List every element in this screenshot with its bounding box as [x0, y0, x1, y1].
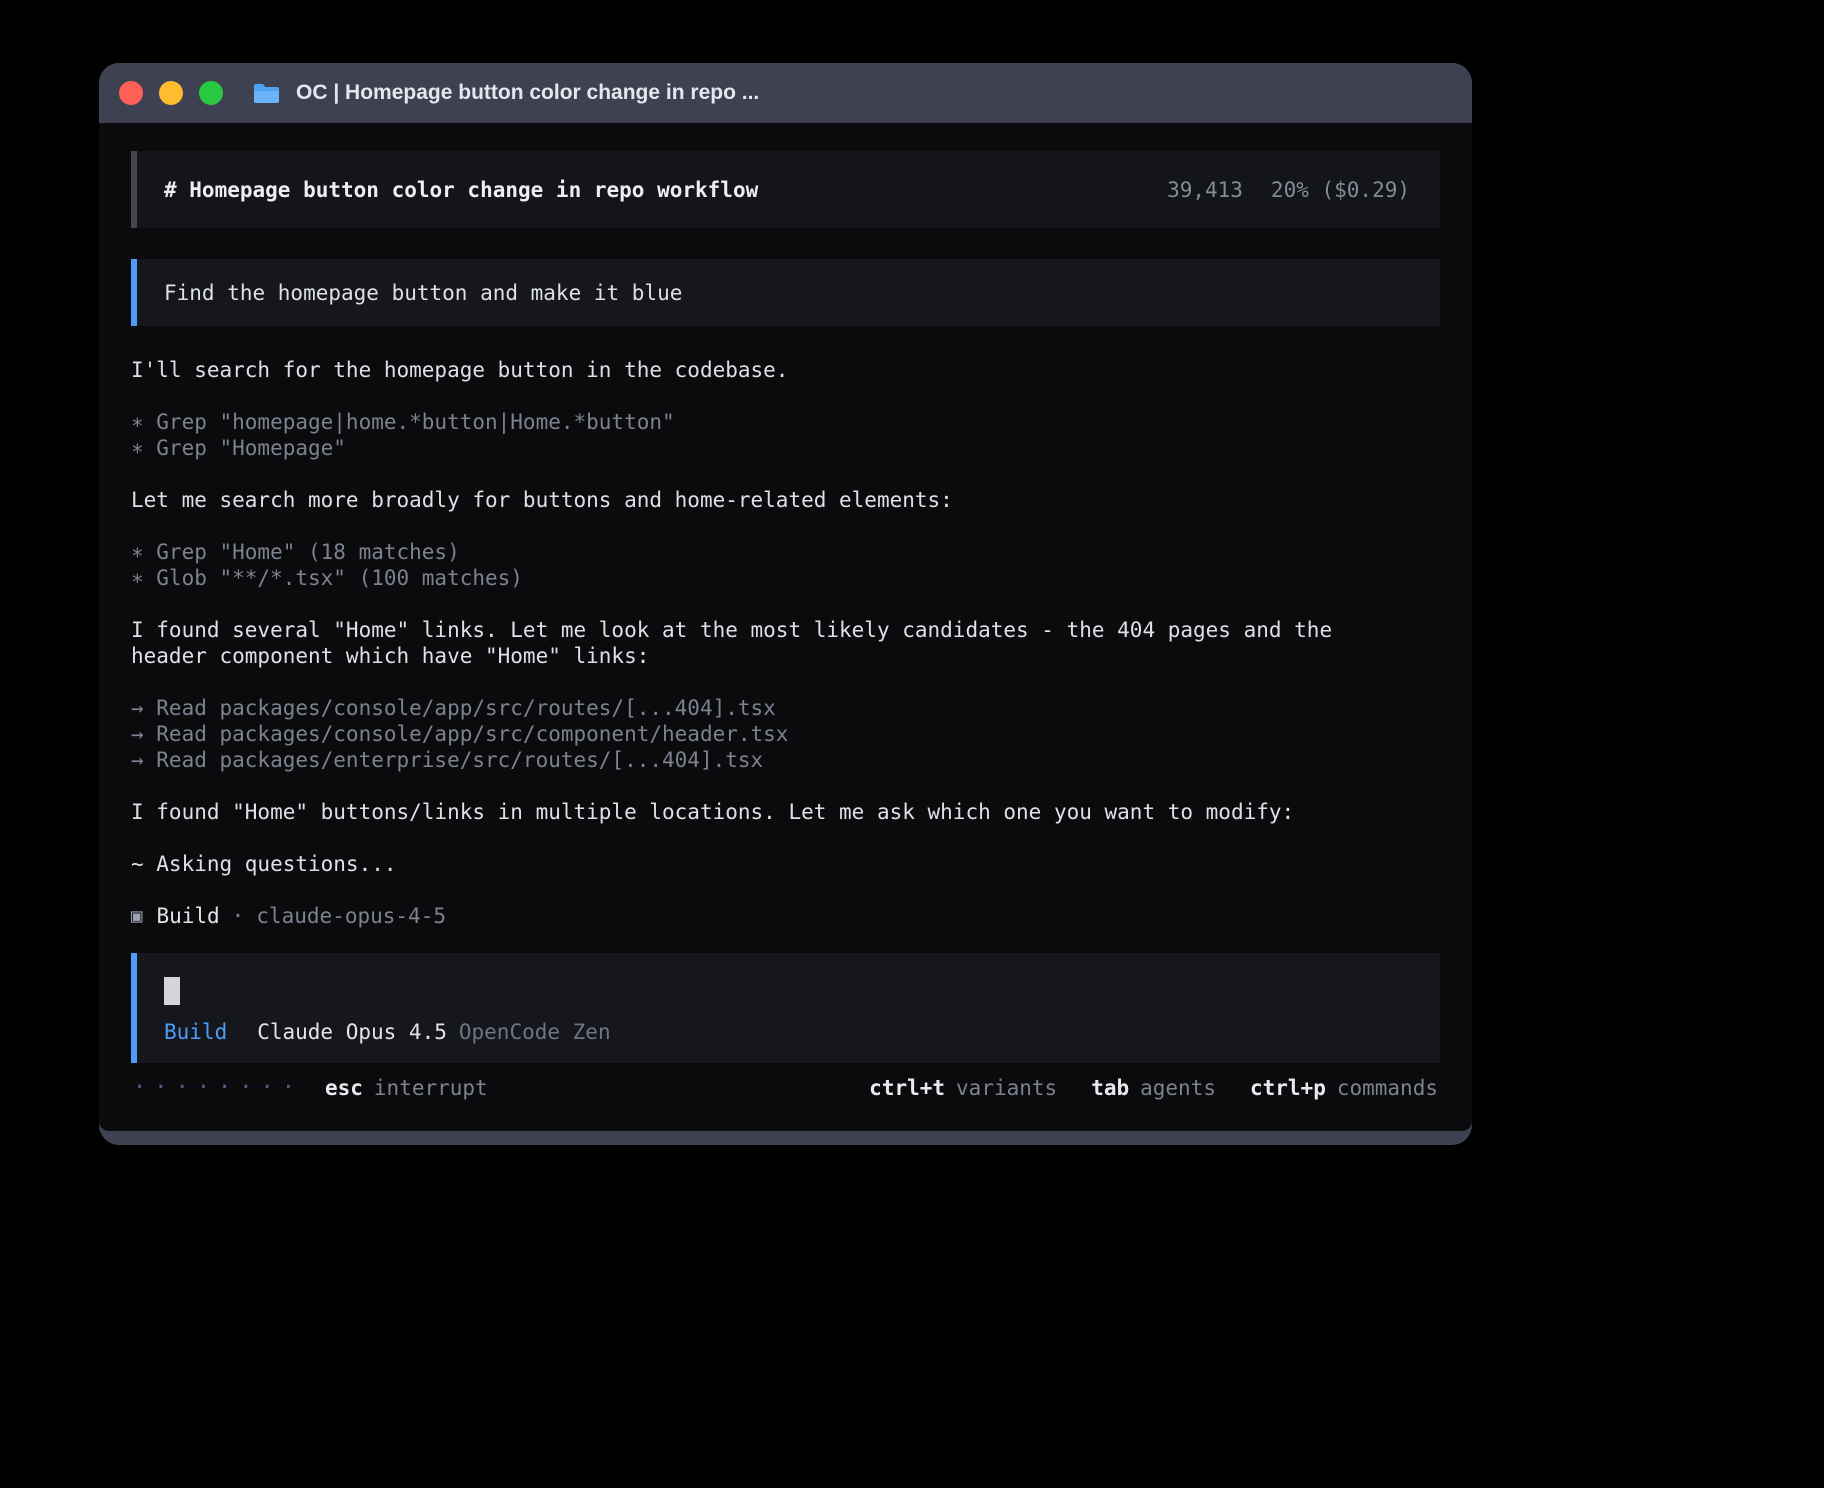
session-header: # Homepage button color change in repo w…	[131, 151, 1440, 228]
terminal-content: # Homepage button color change in repo w…	[99, 123, 1472, 1131]
user-message: Find the homepage button and make it blu…	[131, 259, 1440, 326]
minimize-window-button[interactable]	[159, 81, 183, 105]
folder-icon	[253, 83, 280, 104]
token-count: 39,413	[1167, 178, 1243, 202]
prompt-input[interactable]: Build Claude Opus 4.5 OpenCode Zen	[131, 953, 1440, 1063]
agent-model: claude-opus-4-5	[256, 903, 446, 929]
spinner-icon: ········	[133, 1075, 303, 1101]
assistant-transcript: I'll search for the homepage button in t…	[131, 357, 1440, 929]
context-usage: 20% ($0.29)	[1271, 178, 1410, 202]
shortcut-commands: ctrl+p commands	[1250, 1075, 1438, 1101]
traffic-lights	[119, 81, 223, 105]
session-stats: 39,413 20% ($0.29)	[1167, 178, 1410, 202]
agent-name: Build	[156, 903, 219, 929]
user-message-text: Find the homepage button and make it blu…	[164, 281, 682, 305]
tool-call-glob: ∗ Glob "**/*.tsx" (100 matches)	[131, 565, 1381, 591]
tool-call-read: → Read packages/console/app/src/routes/[…	[131, 695, 1381, 721]
active-agent[interactable]: Build	[164, 1019, 227, 1045]
close-window-button[interactable]	[119, 81, 143, 105]
shortcut-variants: ctrl+t variants	[869, 1075, 1057, 1101]
assistant-text: I found "Home" buttons/links in multiple…	[131, 799, 1381, 825]
shortcut-agents: tab agents	[1091, 1075, 1216, 1101]
agent-icon: ▣	[131, 903, 142, 929]
assistant-text: I'll search for the homepage button in t…	[131, 357, 1381, 383]
zoom-window-button[interactable]	[199, 81, 223, 105]
terminal-window: OC | Homepage button color change in rep…	[99, 63, 1472, 1145]
agent-separator: ·	[232, 903, 245, 929]
model-provider: OpenCode Zen	[459, 1019, 611, 1045]
assistant-text: Let me search more broadly for buttons a…	[131, 487, 1381, 513]
session-title: # Homepage button color change in repo w…	[164, 178, 758, 202]
agent-status-line: ▣ Build · claude-opus-4-5	[131, 903, 1381, 929]
input-status-line: Build Claude Opus 4.5 OpenCode Zen	[164, 1019, 1413, 1045]
text-cursor	[164, 977, 180, 1005]
status-bar: ········ esc interrupt ctrl+t variants t…	[131, 1075, 1440, 1101]
shortcut-interrupt: esc interrupt	[325, 1075, 488, 1101]
tool-call-read: → Read packages/enterprise/src/routes/[.…	[131, 747, 1381, 773]
status-asking-questions: ~ Asking questions...	[131, 851, 1381, 877]
tool-call-grep: ∗ Grep "homepage|home.*button|Home.*butt…	[131, 409, 1381, 435]
active-model[interactable]: Claude Opus 4.5	[257, 1019, 447, 1045]
tool-call-grep: ∗ Grep "Homepage"	[131, 435, 1381, 461]
window-titlebar: OC | Homepage button color change in rep…	[99, 63, 1472, 123]
tool-call-read: → Read packages/console/app/src/componen…	[131, 721, 1381, 747]
tool-call-grep: ∗ Grep "Home" (18 matches)	[131, 539, 1381, 565]
assistant-text: I found several "Home" links. Let me loo…	[131, 617, 1381, 669]
window-title: OC | Homepage button color change in rep…	[296, 81, 759, 105]
